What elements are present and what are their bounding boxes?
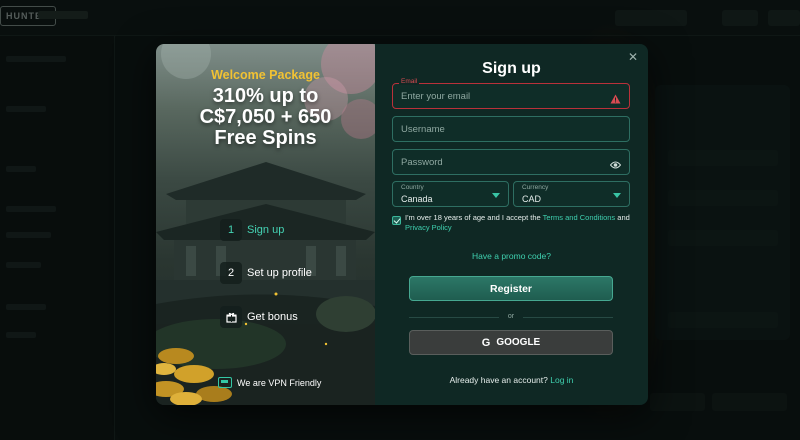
email-input[interactable] xyxy=(393,84,629,108)
email-field: Email xyxy=(392,78,630,109)
step-get-bonus: Get bonus xyxy=(220,306,298,328)
step-label: Get bonus xyxy=(247,311,298,323)
country-select[interactable]: Country Canada xyxy=(392,181,509,207)
step-number: 1 xyxy=(220,219,242,241)
form-title: Sign up xyxy=(482,60,541,77)
vpn-label: We are VPN Friendly xyxy=(237,377,322,388)
password-input[interactable] xyxy=(393,150,629,174)
warning-icon xyxy=(610,91,621,109)
gift-icon xyxy=(220,306,242,328)
currency-value: CAD xyxy=(522,194,542,204)
chevron-down-icon xyxy=(492,193,500,198)
country-caption: Country xyxy=(401,184,424,191)
google-icon: G xyxy=(481,336,491,349)
privacy-link[interactable]: Privacy Policy xyxy=(405,223,452,232)
country-value: Canada xyxy=(401,194,433,204)
or-label: or xyxy=(499,313,523,321)
login-link[interactable]: Log in xyxy=(550,375,573,385)
terms-checkbox[interactable] xyxy=(392,216,401,225)
step-set-up-profile: 2 Set up profile xyxy=(220,262,312,284)
username-field xyxy=(392,116,630,142)
vpn-friendly-badge: We are VPN Friendly xyxy=(218,377,321,388)
or-divider: or xyxy=(409,313,613,321)
terms-link[interactable]: Terms and Conditions xyxy=(543,213,616,222)
terms-consent: I'm over 18 years of age and I accept th… xyxy=(392,213,632,232)
terms-text-before: I'm over 18 years of age and I accept th… xyxy=(405,213,543,222)
eye-icon[interactable] xyxy=(609,157,622,175)
account-text: Already have an account? xyxy=(449,375,548,385)
terms-text-middle: and xyxy=(615,213,630,222)
currency-caption: Currency xyxy=(522,184,549,191)
step-sign-up: 1 Sign up xyxy=(220,219,284,241)
login-prompt: Already have an account? Log in xyxy=(375,375,648,385)
promo-headline-line: 310% up to xyxy=(212,85,319,107)
promo-panel: Welcome Package 310% up to C$7,050 + 650… xyxy=(156,44,375,405)
promo-headline: 310% up to C$7,050 + 650 Free Spins xyxy=(156,86,375,149)
signup-form: ✕ Sign up Email Country Canada Currency … xyxy=(375,44,648,405)
currency-select[interactable]: Currency CAD xyxy=(513,181,630,207)
google-label: GOOGLE xyxy=(496,337,541,348)
step-label: Sign up xyxy=(247,224,285,236)
promo-kicker: Welcome Package xyxy=(211,68,320,82)
signup-modal: Welcome Package 310% up to C$7,050 + 650… xyxy=(156,44,648,405)
username-input[interactable] xyxy=(393,117,629,141)
register-button[interactable]: Register xyxy=(409,276,613,301)
promo-headline-line: C$7,050 + 650 xyxy=(199,106,332,128)
vpn-icon xyxy=(218,377,232,388)
step-label: Set up profile xyxy=(247,267,312,279)
google-signin-button[interactable]: G GOOGLE xyxy=(409,330,613,355)
promo-code-link[interactable]: Have a promo code? xyxy=(375,251,648,261)
step-number: 2 xyxy=(220,262,242,284)
promo-headline-line: Free Spins xyxy=(214,127,317,149)
terms-text: I'm over 18 years of age and I accept th… xyxy=(405,213,632,232)
chevron-down-icon xyxy=(613,193,621,198)
password-field xyxy=(392,149,630,175)
